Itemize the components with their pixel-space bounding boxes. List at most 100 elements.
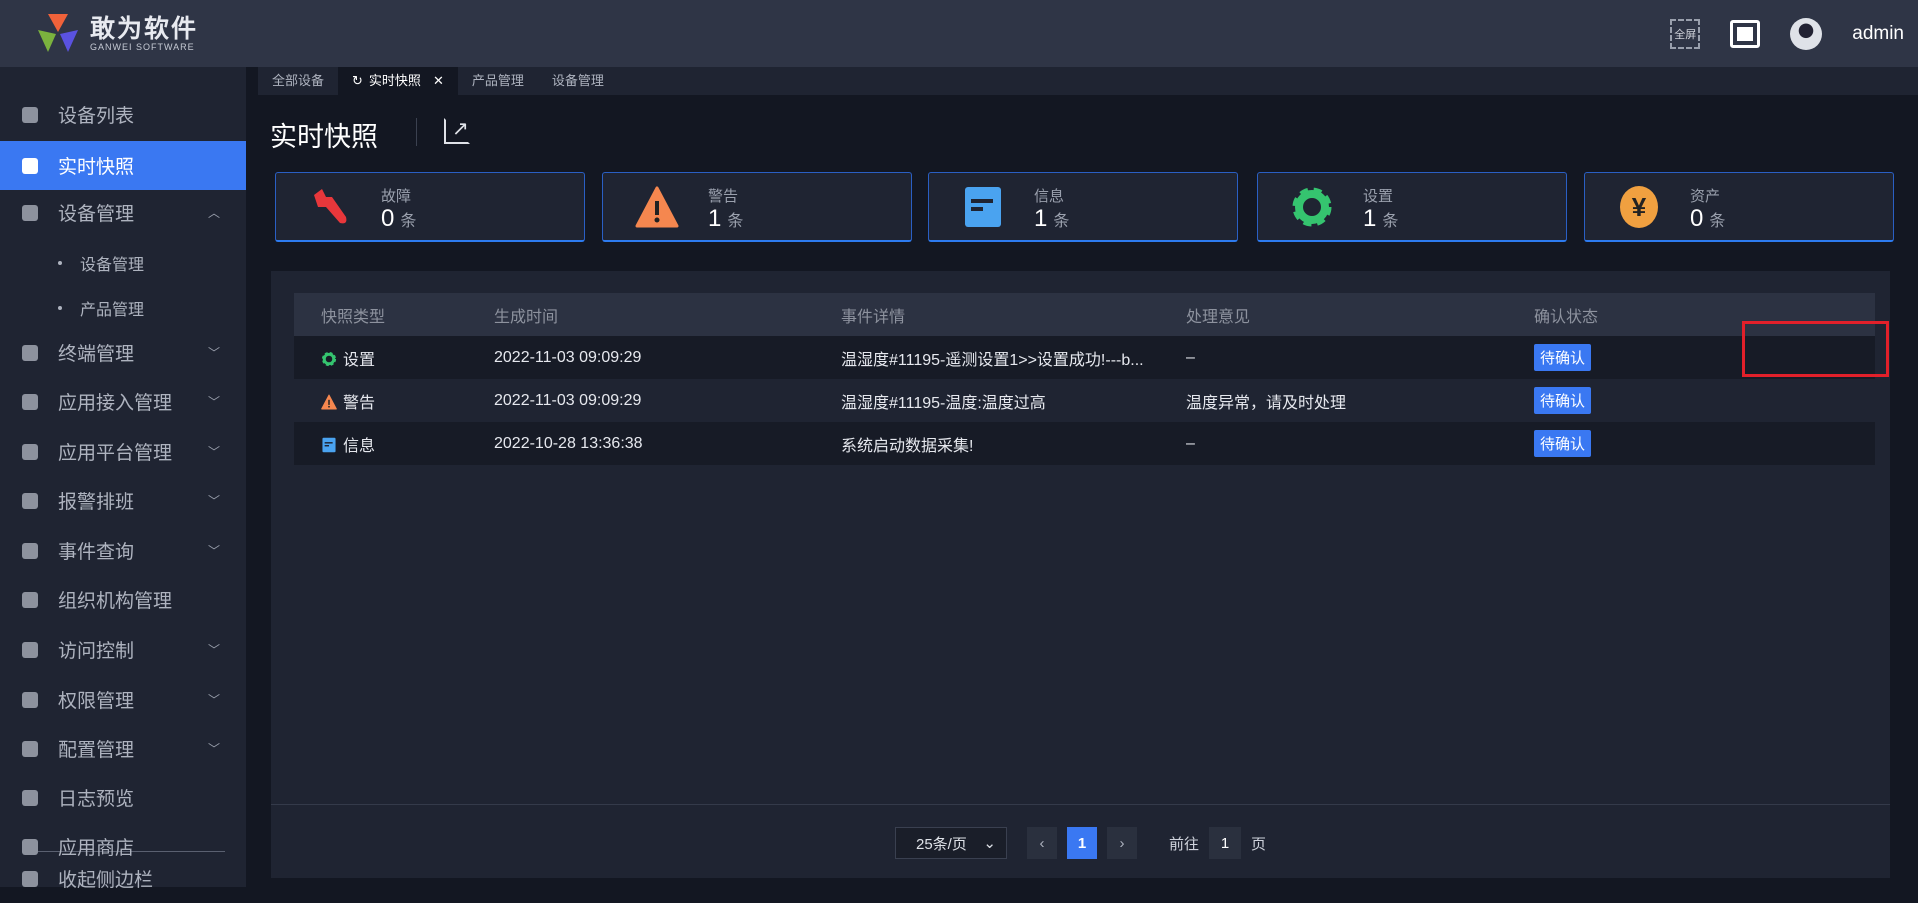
tab[interactable]: 全部设备 (258, 67, 338, 95)
sidebar-item[interactable]: 设备列表 (0, 90, 246, 139)
card-value: 0 (381, 205, 395, 232)
sidebar-item[interactable]: 实时快照 (0, 141, 246, 190)
column-header[interactable]: 确认状态 (1534, 303, 1598, 327)
snapshot-type: 信息 (343, 437, 376, 455)
tab[interactable]: 产品管理 (458, 67, 538, 95)
shield-icon (22, 691, 38, 708)
stat-card[interactable]: 信息 1 条 (928, 172, 1238, 242)
logo: 敢为软件 GANWEI SOFTWARE (36, 12, 198, 56)
sidebar-item[interactable]: 设备管理 ︿ (0, 188, 246, 237)
grid-icon (22, 204, 38, 221)
sidebar-item-label: 访问控制 (58, 641, 135, 662)
sidebar-item-label: 设备列表 (58, 106, 135, 127)
pagination: 25条/页 ⌄ ‹ 1 › 前往 1 页 (271, 827, 1890, 859)
tab-label: 设备管理 (551, 73, 604, 88)
sidebar-item[interactable]: 应用商店 (0, 822, 246, 871)
avatar[interactable] (1790, 17, 1823, 50)
logo-title: 敢为软件 (90, 15, 199, 43)
grid-icon (22, 393, 38, 410)
warning-icon (635, 185, 679, 229)
sidebar-item[interactable]: 组织机构管理 (0, 575, 246, 624)
page-size-value: 25条/页 (915, 835, 967, 853)
username[interactable]: admin (1852, 23, 1904, 45)
tab-label: 实时快照 (368, 73, 421, 88)
card-unit: 条 (1053, 213, 1070, 230)
table-row[interactable]: 设置 2022-11-03 09:09:29 温湿度#11195-遥测设置1>>设置… (294, 336, 1875, 379)
yen-icon: ¥ (1617, 185, 1661, 229)
card-value: 1 (708, 205, 722, 232)
gear-icon (22, 591, 38, 608)
card-value: 1 (1363, 205, 1377, 232)
column-header[interactable]: 生成时间 (494, 303, 558, 327)
table-header: 快照类型 生成时间 事件详情 处理意见 确认状态 (294, 293, 1875, 336)
chevron-down-icon: ﹀ (207, 544, 220, 558)
tab[interactable]: ↻ 实时快照 ✕ (338, 67, 458, 95)
confirm-status-button[interactable]: 待确认 (1534, 430, 1592, 457)
external-link-arrow-icon[interactable]: ↗ (452, 116, 469, 141)
sidebar-item[interactable]: 访问控制 ﹀ (0, 625, 246, 674)
top-header: 敢为软件 GANWEI SOFTWARE 全屏 admin (0, 0, 1918, 67)
bookmark-icon (22, 740, 38, 757)
page-title: 实时快照 (270, 122, 378, 152)
chevron-down-icon: ﹀ (207, 445, 220, 459)
sidebar-item[interactable]: 配置管理 ﹀ (0, 724, 246, 773)
sidebar-item[interactable]: 产品管理 (0, 283, 246, 332)
tab-bar: 全部设备 ↻ 实时快照 ✕ 产品管理 设备管理 (258, 67, 1918, 95)
snapshot-panel: 快照类型 生成时间 事件详情 处理意见 确认状态 设置 2022-11-03 09… (271, 271, 1890, 878)
prev-page-button[interactable]: ‹ (1026, 827, 1057, 859)
sidebar-item[interactable]: 应用接入管理 ﹀ (0, 377, 246, 426)
card-label: 资产 (1690, 188, 1721, 205)
card-value: 1 (1034, 205, 1048, 232)
generated-time: 2022-11-03 09:09:29 (494, 348, 642, 366)
table-row[interactable]: 信息 2022-10-28 13:36:38 系统启动数据采集! – 待确认 (294, 422, 1875, 465)
logo-icon (38, 14, 78, 52)
confirm-status-button[interactable]: 待确认 (1534, 387, 1592, 414)
next-page-button[interactable]: › (1106, 827, 1137, 859)
sidebar-item-label: 终端管理 (58, 344, 135, 365)
goto-page-input[interactable]: 1 (1209, 827, 1241, 859)
stat-card[interactable]: ¥ 资产 0 条 (1584, 172, 1894, 242)
stat-card[interactable]: 设置 1 条 (1257, 172, 1567, 242)
sidebar-item[interactable]: 设备管理 (0, 238, 246, 287)
stat-card[interactable]: 警告 1 条 (602, 172, 912, 242)
calendar-icon (22, 492, 38, 509)
camera-icon (22, 157, 38, 174)
fullscreen-button[interactable]: 全屏 (1670, 18, 1701, 49)
card-unit: 条 (400, 213, 417, 230)
sidebar-item-label: 日志预览 (58, 789, 135, 810)
card-label: 故障 (381, 188, 412, 205)
stat-card[interactable]: 故障 0 条 (275, 172, 585, 242)
table-row[interactable]: 警告 2022-11-03 09:09:29 温湿度#11195-温度:温度过高 温度… (294, 379, 1875, 422)
sidebar-item[interactable]: 终端管理 ﹀ (0, 328, 246, 377)
page-button[interactable]: 1 (1066, 827, 1097, 859)
chevron-up-icon: ︿ (207, 206, 220, 220)
doc-icon (22, 789, 38, 806)
snapshot-type: 警告 (343, 394, 376, 412)
sidebar-item[interactable]: 报警排班 ﹀ (0, 476, 246, 525)
sidebar-item-label: 组织机构管理 (58, 591, 173, 612)
maximize-icon[interactable] (1730, 19, 1761, 48)
sidebar-item[interactable]: 权限管理 ﹀ (0, 675, 246, 724)
sidebar-item[interactable]: 日志预览 (0, 773, 246, 822)
grid-icon (22, 443, 38, 460)
grid-icon (22, 344, 38, 361)
confirm-status-button[interactable]: 待确认 (1534, 344, 1592, 371)
card-unit: 条 (1382, 213, 1399, 230)
generated-time: 2022-10-28 13:36:38 (494, 434, 643, 452)
collapse-icon (22, 870, 38, 887)
page-size-select[interactable]: 25条/页 ⌄ (894, 827, 1007, 859)
sidebar: 收起侧边栏 设备列表 实时快照 设备管理 ︿ 设备管理 产品管理 终端管理 ﹀ 应用接入管理 ﹀ 应… (0, 67, 246, 891)
sidebar-item[interactable]: 应用平台管理 ﹀ (0, 427, 246, 476)
column-header[interactable]: 处理意见 (1186, 303, 1250, 327)
column-header[interactable]: 事件详情 (841, 303, 905, 327)
close-icon[interactable]: ✕ (433, 66, 444, 96)
monitor-icon (22, 106, 38, 123)
column-header[interactable]: 快照类型 (321, 303, 385, 327)
sidebar-item-label: 产品管理 (80, 301, 145, 319)
chevron-down-icon: ⌄ (983, 835, 996, 852)
tab[interactable]: 设备管理 (538, 67, 618, 95)
refresh-icon[interactable]: ↻ (352, 66, 363, 96)
gear-icon (321, 351, 337, 367)
tab-label: 全部设备 (272, 73, 325, 88)
sidebar-item[interactable]: 事件查询 ﹀ (0, 526, 246, 575)
